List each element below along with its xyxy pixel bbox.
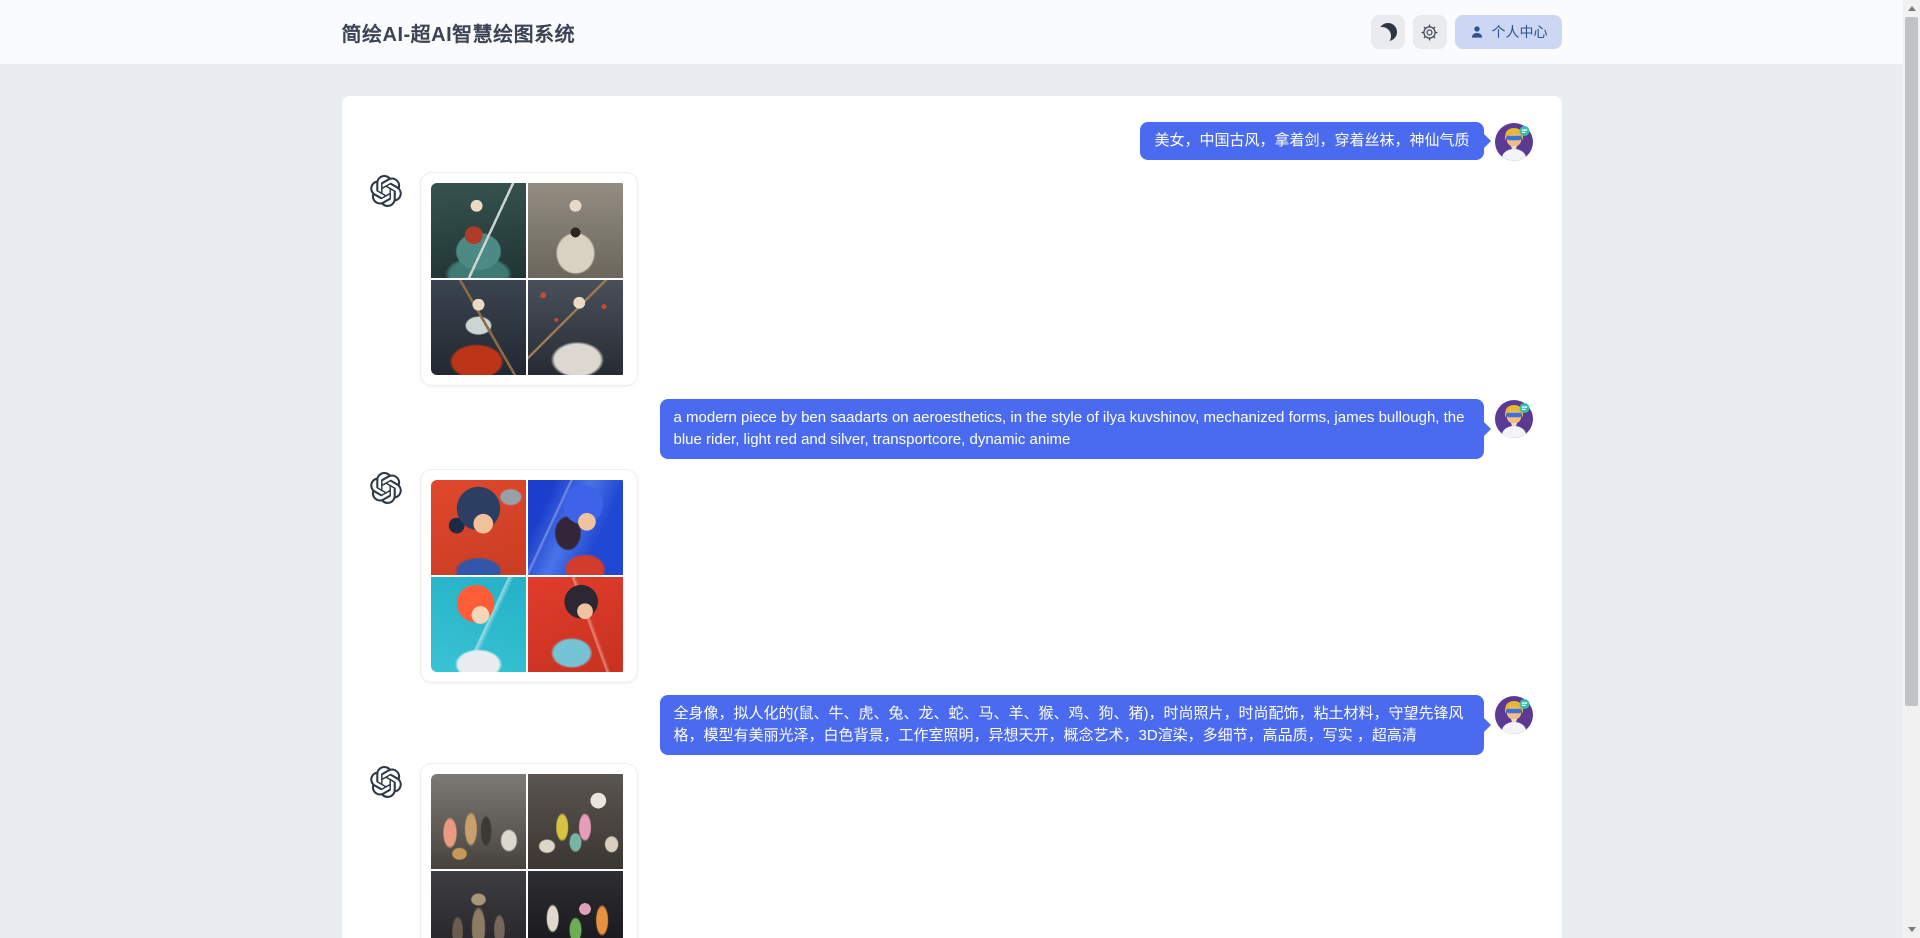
generated-image[interactable] xyxy=(431,774,526,869)
scroll-down-icon xyxy=(1908,927,1916,932)
user-message-bubble: 全身像，拟人化的(鼠、牛、虎、兔、龙、蛇、马、羊、猴、鸡、狗、猪)，时尚照片，时… xyxy=(660,695,1484,755)
top-navbar: 简绘AI-超AI智慧绘图系统 个人中 xyxy=(0,0,1903,64)
bubble-tail xyxy=(1484,134,1491,148)
generated-image[interactable] xyxy=(528,480,623,575)
generated-image[interactable] xyxy=(528,183,623,278)
scrollbar-thumb[interactable] xyxy=(1905,17,1918,706)
generated-image[interactable] xyxy=(431,480,526,575)
bubble-tail xyxy=(1484,422,1491,436)
settings-button[interactable] xyxy=(1413,15,1447,49)
openai-logo-icon xyxy=(370,472,402,504)
scroll-down-button[interactable] xyxy=(1903,921,1920,938)
user-message-row: a modern piece by ben saadarts on aeroes… xyxy=(370,399,1534,459)
profile-center-button[interactable]: 个人中心 xyxy=(1455,15,1562,49)
openai-logo-icon xyxy=(370,175,402,207)
user-message-row: 美女，中国古风，拿着剑，穿着丝袜，神仙气质 xyxy=(370,122,1534,162)
chat-card: 美女，中国古风，拿着剑，穿着丝袜，神仙气质 xyxy=(342,96,1562,938)
user-message-row: 全身像，拟人化的(鼠、牛、虎、兔、龙、蛇、马、羊、猴、鸡、狗、猪)，时尚照片，时… xyxy=(370,695,1534,755)
openai-logo-icon xyxy=(370,766,402,798)
assistant-message-row xyxy=(370,172,1534,386)
scroll-up-icon xyxy=(1908,6,1916,11)
generated-image[interactable] xyxy=(431,871,526,938)
bubble-tail xyxy=(1484,718,1491,732)
user-avatar xyxy=(1494,695,1534,735)
generated-image-card xyxy=(420,469,638,683)
header-actions: 个人中心 xyxy=(1371,15,1562,49)
generated-image[interactable] xyxy=(431,280,526,375)
generated-image-card xyxy=(420,763,638,938)
app-window: 简绘AI-超AI智慧绘图系统 个人中 xyxy=(0,0,1903,938)
user-message-bubble: 美女，中国古风，拿着剑，穿着丝袜，神仙气质 xyxy=(1140,122,1483,160)
image-grid xyxy=(431,183,627,375)
generated-image[interactable] xyxy=(528,774,623,869)
generated-image[interactable] xyxy=(528,280,623,375)
dark-mode-button[interactable] xyxy=(1371,15,1405,49)
scrollbar[interactable] xyxy=(1903,0,1920,938)
user-icon xyxy=(1469,24,1485,40)
chat-page: 美女，中国古风，拿着剑，穿着丝袜，神仙气质 xyxy=(0,64,1903,938)
generated-image[interactable] xyxy=(528,577,623,672)
gear-icon xyxy=(1420,23,1439,42)
generated-image[interactable] xyxy=(431,577,526,672)
generated-image[interactable] xyxy=(431,183,526,278)
generated-image[interactable] xyxy=(528,871,623,938)
user-avatar xyxy=(1494,122,1534,162)
scroll-up-button[interactable] xyxy=(1903,0,1920,17)
generated-image-card xyxy=(420,172,638,386)
image-grid xyxy=(431,480,627,672)
user-message-bubble: a modern piece by ben saadarts on aeroes… xyxy=(660,399,1484,459)
page-title: 简绘AI-超AI智慧绘图系统 xyxy=(342,18,576,47)
image-grid xyxy=(431,774,627,938)
assistant-message-row xyxy=(370,469,1534,683)
profile-center-label: 个人中心 xyxy=(1492,22,1548,42)
moon-icon xyxy=(1379,23,1397,41)
user-avatar xyxy=(1494,399,1534,439)
assistant-message-row xyxy=(370,763,1534,938)
